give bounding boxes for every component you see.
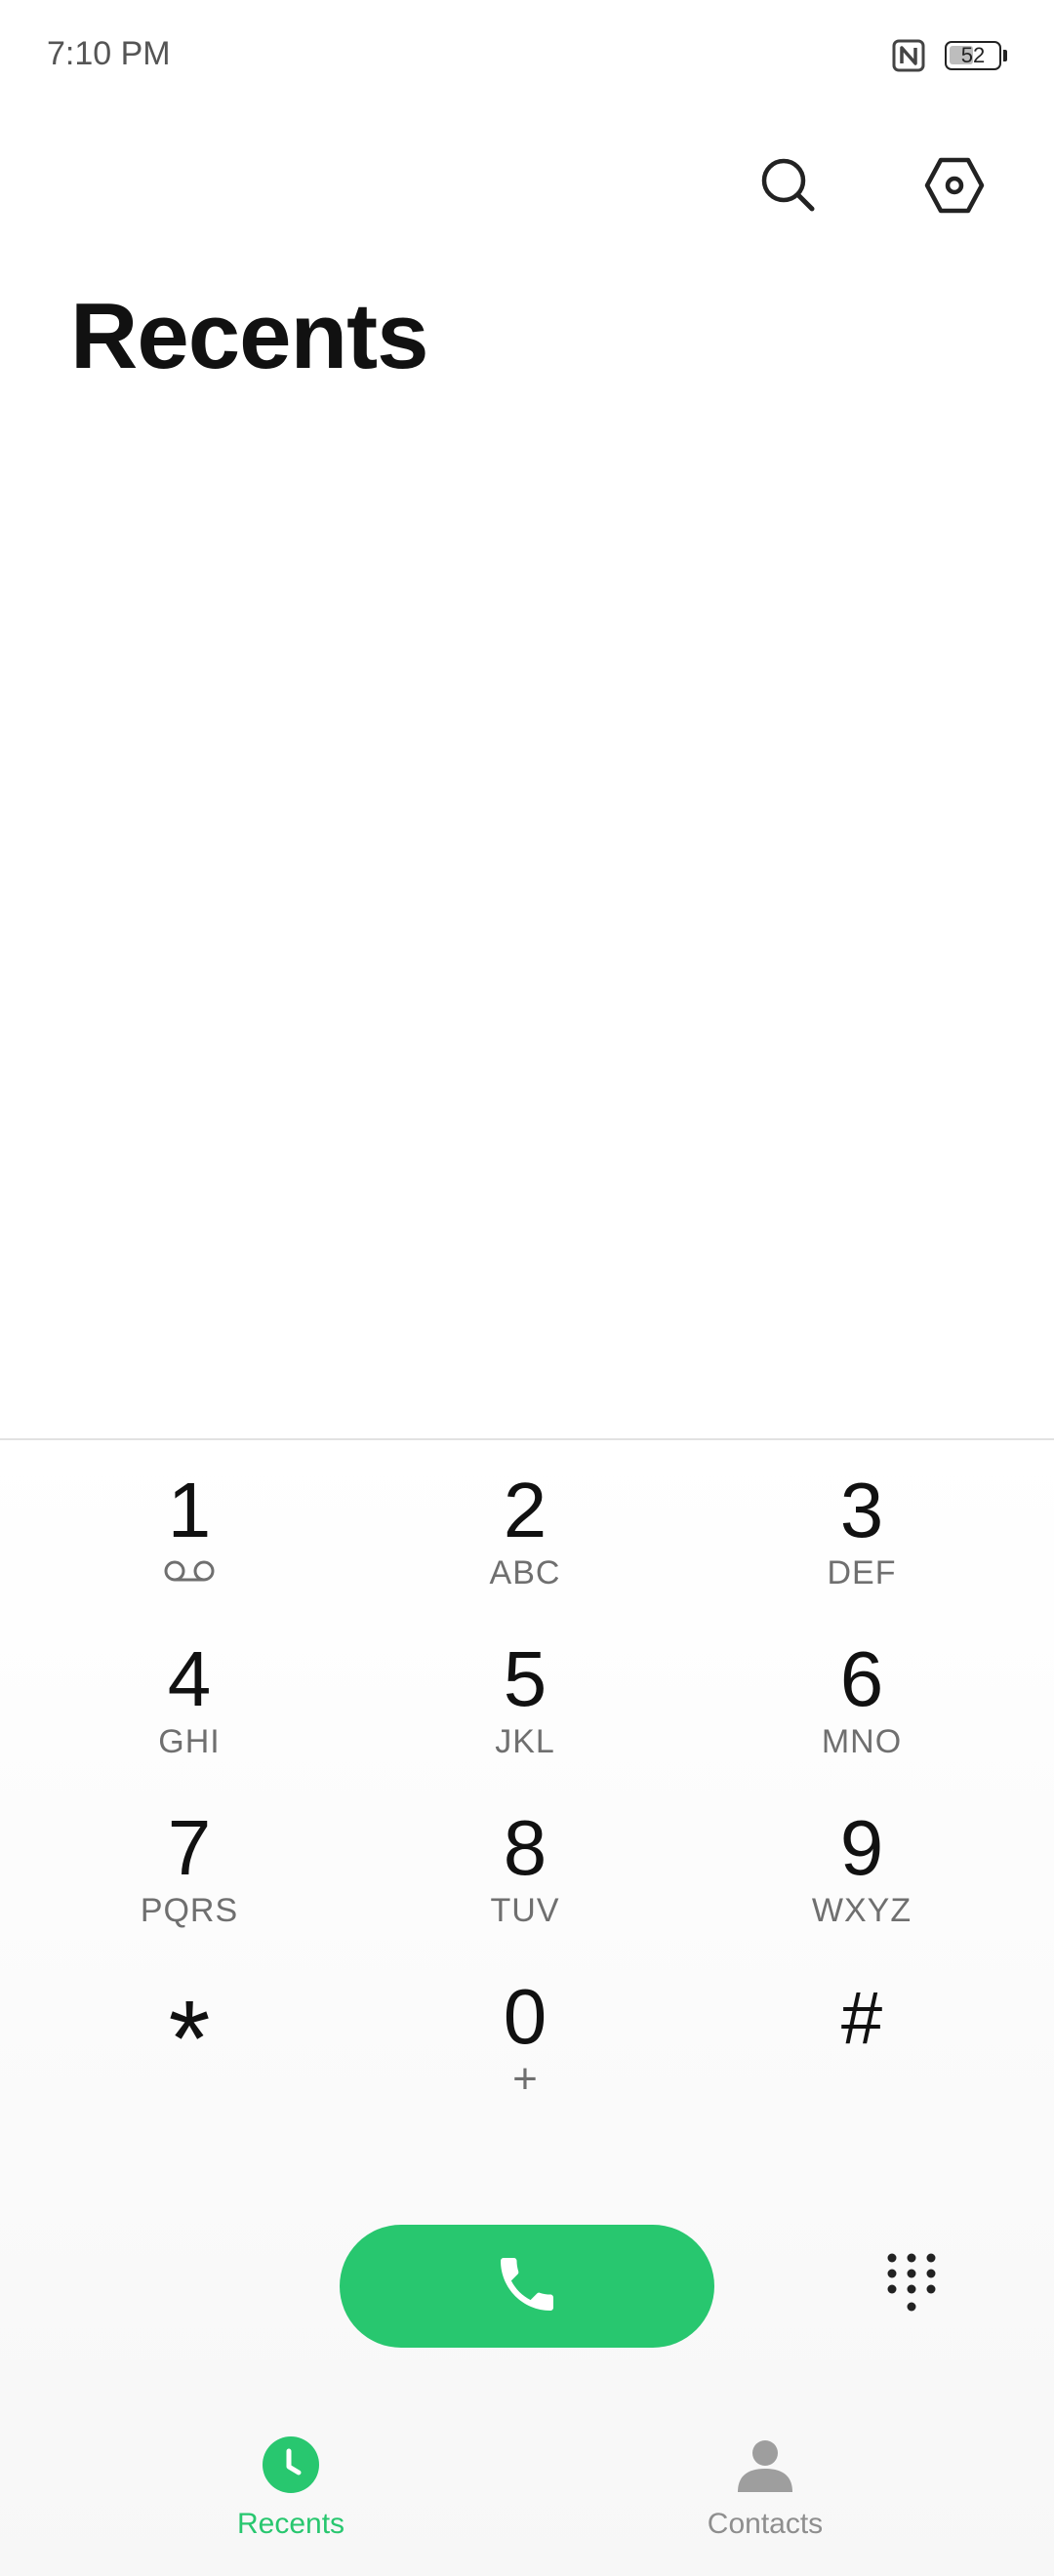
call-button[interactable] [340, 2225, 714, 2348]
key-digit: # [840, 1977, 883, 2060]
key-digit: 2 [503, 1467, 547, 1553]
search-icon [757, 154, 820, 221]
dial-key-6[interactable]: 6 MNO [715, 1609, 1008, 1775]
key-letters: WXYZ [811, 1892, 912, 1929]
dial-key-9[interactable]: 9 WXYZ [715, 1778, 1008, 1944]
dial-key-3[interactable]: 3 DEF [715, 1440, 1008, 1606]
dial-key-8[interactable]: 8 TUV [379, 1778, 671, 1944]
key-digit: 6 [839, 1635, 884, 1722]
voicemail-icon [162, 1557, 217, 1590]
dial-key-0[interactable]: 0 + [379, 1947, 671, 2113]
dial-key-7[interactable]: 7 PQRS [43, 1778, 336, 1944]
recents-list [0, 410, 1054, 1438]
key-digit: 7 [167, 1804, 212, 1891]
key-digit: 0 [503, 1973, 547, 2060]
tab-label: Recents [236, 2508, 345, 2540]
key-letters: PQRS [140, 1892, 239, 1929]
key-digit: 3 [839, 1467, 884, 1553]
dial-key-hash[interactable]: # [715, 1947, 1008, 2113]
key-letters: TUV [490, 1892, 560, 1929]
key-digit: 8 [503, 1804, 547, 1891]
phone-icon [492, 2249, 562, 2324]
nfc-icon [892, 39, 925, 72]
clock-icon [262, 2435, 320, 2494]
settings-button[interactable] [908, 141, 1001, 234]
key-letters: MNO [821, 1723, 903, 1760]
key-digit: 5 [503, 1635, 547, 1722]
tab-recents[interactable]: Recents [144, 2381, 437, 2576]
key-digit: 4 [167, 1635, 212, 1722]
key-letters: + [512, 2055, 538, 2103]
key-digit: 9 [839, 1804, 884, 1891]
dial-key-2[interactable]: 2 ABC [379, 1440, 671, 1606]
battery-level: 52 [960, 43, 986, 67]
key-digit: * [168, 1979, 211, 2099]
key-digit: 1 [167, 1467, 212, 1553]
dialpad-toggle-button[interactable] [865, 2240, 958, 2334]
tab-contacts[interactable]: Contacts [619, 2381, 912, 2576]
dial-key-4[interactable]: 4 GHI [43, 1609, 336, 1775]
key-letters: JKL [495, 1723, 555, 1760]
key-letters: DEF [827, 1554, 897, 1591]
status-bar: 7:10 PM 52 [0, 0, 1054, 109]
status-time: 7:10 PM [47, 35, 171, 72]
dial-key-1[interactable]: 1 [43, 1440, 336, 1606]
key-letters: GHI [158, 1723, 221, 1760]
dialpad-icon [882, 2250, 941, 2325]
dial-key-star[interactable]: * [43, 1947, 336, 2113]
page-title: Recents [70, 284, 428, 388]
person-icon [736, 2435, 794, 2494]
tab-label: Contacts [707, 2508, 824, 2540]
dial-key-5[interactable]: 5 JKL [379, 1609, 671, 1775]
search-button[interactable] [742, 141, 835, 234]
battery-icon: 52 [945, 39, 1007, 72]
key-letters: ABC [489, 1554, 561, 1591]
bottom-nav: Recents Contacts [0, 2381, 1054, 2576]
settings-icon [923, 154, 986, 221]
